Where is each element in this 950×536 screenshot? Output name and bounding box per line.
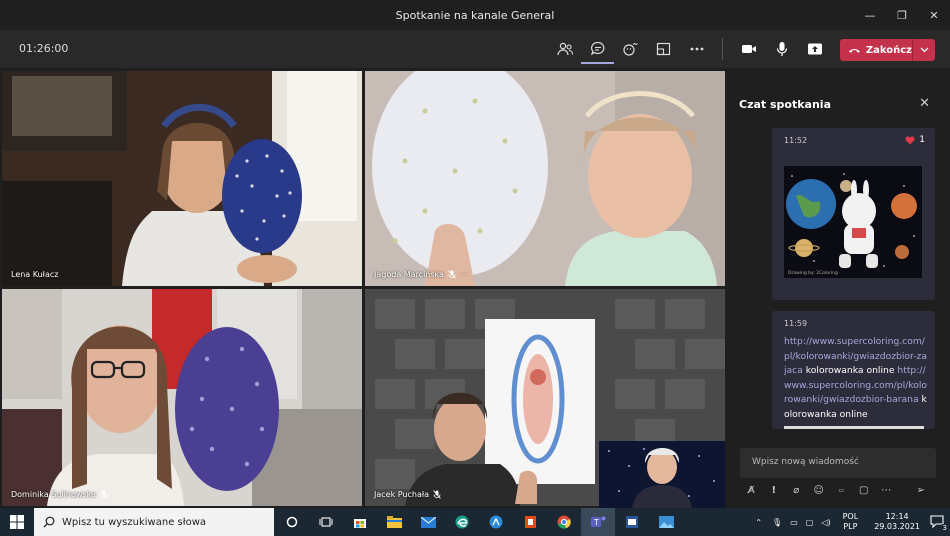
office-icon[interactable] [513, 508, 547, 536]
search-placeholder: Wpisz tu wyszukiwane słowa [62, 516, 207, 528]
reaction-count: 1 [919, 135, 925, 145]
participant-name: Lena Kułacz [11, 270, 59, 279]
compose-input[interactable]: Wpisz nową wiadomość [740, 448, 936, 478]
gif-icon[interactable]: ▭ [830, 480, 853, 500]
participant-more-icon[interactable]: ⋯ [460, 270, 468, 279]
close-icon[interactable]: ✕ [919, 96, 930, 111]
input-language[interactable]: POL PLP [843, 512, 859, 532]
chevron-down-icon[interactable] [912, 39, 935, 61]
compose-toolbar: A̸ ! ⌀ ☺ ▭ ▢ ⋯ ➢ [740, 480, 940, 500]
svg-text:T: T [593, 518, 599, 527]
mic-muted-icon [100, 490, 108, 499]
maximize-icon[interactable]: ❐ [886, 0, 918, 30]
chat-icon[interactable] [581, 34, 614, 64]
system-tray: ⌃ 🎙 ▭ ▢ ◁) POL PLP 12:14 29.03.2021 3 [749, 508, 950, 536]
participants-icon[interactable] [548, 34, 581, 64]
chat-panel: Czat spotkania ✕ 11:52 1 Drawing by: 2Co… [727, 68, 950, 508]
more-options-icon[interactable]: ⋯ [875, 480, 898, 500]
mic-muted-icon [448, 270, 456, 279]
start-button[interactable] [0, 508, 34, 536]
emoji-icon[interactable]: ☺ [808, 480, 831, 500]
meeting-toolbar: 01:26:00 Zakończ [0, 30, 950, 68]
heart-icon [905, 136, 915, 144]
edge-icon[interactable] [445, 508, 479, 536]
participant-name: Dominika Sulinowska [11, 490, 108, 499]
participant-name: Jagoda Marcińska ⋯ [374, 270, 468, 279]
window-title: Spotkanie na kanale General [395, 8, 555, 22]
rooms-icon[interactable] [647, 34, 680, 64]
teams-icon[interactable]: T [581, 508, 615, 536]
self-view[interactable] [599, 441, 725, 508]
participant-video [2, 71, 362, 286]
windows-icon [10, 515, 24, 529]
message-time: 11:59 [784, 319, 808, 328]
task-view-icon[interactable] [309, 508, 343, 536]
taskbar-search[interactable]: Wpisz tu wyszukiwane słowa [34, 508, 274, 536]
camera-icon[interactable] [732, 34, 765, 64]
important-icon[interactable]: ! [763, 480, 786, 500]
video-tile[interactable]: Jagoda Marcińska ⋯ [365, 71, 725, 286]
title-bar: Spotkanie na kanale General — ❐ ✕ [0, 0, 950, 30]
image-caption: Drawing by: 2Coloring [788, 270, 838, 276]
close-window-icon[interactable]: ✕ [918, 0, 950, 30]
reactions-icon[interactable] [614, 34, 647, 64]
network-icon[interactable]: ▢ [806, 518, 814, 527]
participant-video [2, 289, 362, 506]
sticker-icon[interactable]: ▢ [853, 480, 876, 500]
more-actions-icon[interactable] [680, 34, 713, 64]
self-video [599, 441, 725, 508]
video-tile[interactable]: Lena Kułacz [2, 71, 362, 286]
reaction[interactable]: 1 [905, 135, 925, 145]
file-explorer-icon[interactable] [377, 508, 411, 536]
format-icon[interactable]: A̸ [740, 480, 763, 500]
toolbar-divider [722, 38, 723, 60]
video-stage: Lena Kułacz Jagoda Marcińska ⋯ Dominika … [0, 68, 727, 508]
chat-message[interactable]: 11:52 1 Drawing by: 2Coloring [772, 128, 935, 300]
photos-icon[interactable] [649, 508, 683, 536]
chat-title: Czat spotkania [739, 98, 831, 111]
notification-icon[interactable]: 3 [930, 514, 948, 532]
message-time: 11:52 [784, 136, 808, 145]
chevron-up-icon[interactable]: ⌃ [755, 518, 762, 527]
link-preview-edge [784, 426, 924, 429]
microphone-tray-icon[interactable]: 🎙 [772, 518, 782, 527]
search-icon [43, 516, 55, 528]
notification-count: 3 [941, 523, 948, 532]
participant-video [365, 71, 725, 286]
mic-muted-icon [433, 490, 441, 499]
store-icon[interactable] [343, 508, 377, 536]
word-icon[interactable] [615, 508, 649, 536]
browser-icon[interactable] [479, 508, 513, 536]
participant-name: Jacek Puchała [374, 490, 441, 499]
send-icon[interactable]: ➢ [910, 480, 933, 500]
message-text: kolorowanka online [805, 365, 895, 376]
cortana-icon[interactable] [275, 508, 309, 536]
chrome-icon[interactable] [547, 508, 581, 536]
volume-icon[interactable]: ◁) [821, 518, 830, 527]
clock[interactable]: 12:14 29.03.2021 [874, 512, 920, 532]
end-call-button[interactable]: Zakończ [840, 39, 935, 61]
share-screen-icon[interactable] [798, 34, 831, 64]
mail-icon[interactable] [411, 508, 445, 536]
compose-placeholder: Wpisz nową wiadomość [752, 457, 859, 467]
astronaut-image[interactable]: Drawing by: 2Coloring [784, 166, 922, 278]
end-call-label: Zakończ [865, 44, 912, 56]
battery-icon[interactable]: ▭ [790, 518, 798, 527]
minimize-icon[interactable]: — [854, 0, 886, 30]
windows-taskbar: Wpisz tu wyszukiwane słowa T ⌃ 🎙 ▭ ▢ ◁) … [0, 508, 950, 536]
attach-icon[interactable]: ⌀ [785, 480, 808, 500]
chat-message[interactable]: 11:59 http://www.supercoloring.com/pl/ko… [772, 311, 935, 429]
video-tile[interactable]: Dominika Sulinowska [2, 289, 362, 506]
meeting-timer: 01:26:00 [19, 42, 69, 55]
phone-hangup-icon [848, 48, 860, 53]
message-body: http://www.supercoloring.com/pl/kolorowa… [784, 335, 929, 422]
microphone-icon[interactable] [765, 34, 798, 64]
